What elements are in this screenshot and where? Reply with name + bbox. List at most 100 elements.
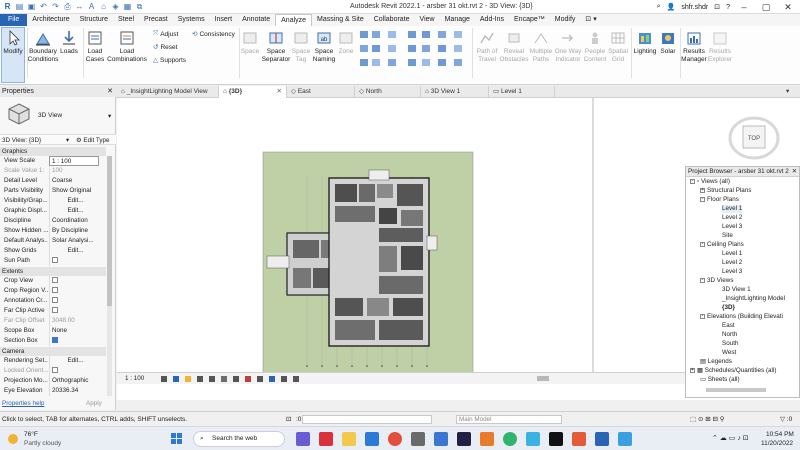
view-scale-value[interactable]: 1 : 100 [125, 375, 144, 382]
space-tag-button[interactable]: Space Tag [290, 30, 312, 63]
cart-icon[interactable]: ⊡ [714, 3, 720, 11]
maximize-button[interactable]: ▢ [758, 2, 774, 13]
tabs-dropdown-icon[interactable]: ▾ [782, 86, 800, 98]
redo-icon[interactable]: ↷ [51, 2, 60, 11]
workset-dropdown[interactable] [302, 415, 432, 424]
text-icon[interactable]: A [87, 2, 96, 11]
tree-item-structural-plans[interactable]: + Structural Plans [700, 187, 751, 195]
tree-item-floor-level-2[interactable]: Level 2 [722, 214, 742, 222]
expand-icon[interactable]: + [690, 367, 695, 373]
far-clip-checkbox[interactable] [52, 307, 58, 314]
tab-view[interactable]: View [415, 14, 440, 26]
one-way-indicator-button[interactable]: One Way Indicator [553, 30, 583, 63]
illustrator-app-icon[interactable] [480, 432, 494, 446]
tab-add-ins[interactable]: Add-Ins [475, 14, 509, 26]
tab-manage[interactable]: Manage [440, 14, 475, 26]
tree-item-insight-lighting[interactable]: _InsightLighting Model [722, 295, 785, 303]
3d-view-icon[interactable]: ⌂ [99, 2, 108, 11]
clock-date[interactable]: 11/20/2022 [761, 440, 793, 447]
tree-item-ceiling-level-2[interactable]: Level 2 [722, 259, 742, 267]
expand-icon[interactable]: + [700, 187, 705, 193]
close-icon[interactable]: ✕ [107, 86, 113, 97]
word-app-icon[interactable] [434, 432, 448, 446]
prop-value[interactable]: Coarse [49, 176, 99, 186]
tab-architecture[interactable]: Architecture [27, 14, 74, 26]
save-icon[interactable]: ▣ [27, 2, 36, 11]
tree-item-floor-plans[interactable]: - Floor Plans [700, 196, 739, 204]
user-icon[interactable]: 👤 [667, 3, 676, 11]
collapse-icon[interactable]: - [700, 313, 705, 319]
tree-item-3d[interactable]: {3D} [722, 304, 735, 312]
tab-annotate[interactable]: Annotate [237, 14, 275, 26]
edit-button[interactable]: Edit... [49, 356, 99, 366]
collapse-icon[interactable]: - [700, 196, 705, 202]
prop-value[interactable]: Show Original [49, 186, 99, 196]
close-tab-icon[interactable]: ✕ [277, 86, 282, 98]
tree-item-west[interactable]: West [722, 349, 736, 357]
tab-enscape[interactable]: Encape™ [509, 14, 550, 26]
close-hidden-icon[interactable]: ▦ [123, 2, 132, 11]
edge-app-icon[interactable] [365, 432, 379, 446]
section-graphics[interactable]: Graphics [0, 147, 106, 156]
type-dropdown-icon[interactable]: ▾ [108, 112, 111, 120]
people-content-button[interactable]: People Content [582, 30, 608, 63]
view-tab-insight-lighting[interactable]: ⌂ _InsightLighting Model View [117, 86, 219, 98]
ribbon-small-tools[interactable] [358, 30, 470, 74]
weather-icon[interactable] [6, 432, 20, 446]
view-tab-east[interactable]: ◇ East [287, 86, 355, 98]
consistency-button[interactable]: ⟲ Consistency [192, 30, 235, 39]
tree-item-ceiling-level-1[interactable]: Level 1 [722, 250, 742, 258]
tree-item-schedules[interactable]: + ▦ Schedules/Quantities (all) [690, 367, 776, 375]
space-button[interactable]: Space [240, 30, 260, 56]
section-extents[interactable]: Extents [0, 267, 106, 276]
revit-app-icon[interactable] [595, 432, 609, 446]
section-icon[interactable]: ◈ [111, 2, 120, 11]
tab-analyze[interactable]: Analyze [275, 14, 313, 26]
annotation-crop-checkbox[interactable] [52, 297, 58, 304]
search-icon[interactable]: ⌕ [657, 3, 661, 11]
windows-start-icon[interactable] [171, 433, 183, 445]
powerpoint-app-icon[interactable] [572, 432, 586, 446]
reset-button[interactable]: ↺ Reset [153, 43, 177, 52]
space-naming-button[interactable]: ab Space Naming [311, 30, 337, 63]
chrome-alt-icon[interactable] [503, 432, 517, 446]
tree-item-ceiling-plans[interactable]: - Ceiling Plans [700, 241, 744, 249]
view-tab-3d-view-1[interactable]: ⌂ 3D View 1 [421, 86, 489, 98]
section-camera[interactable]: Camera [0, 347, 106, 356]
edit-type-button[interactable]: ⚙ Edit Type [76, 137, 110, 144]
close-icon[interactable]: ✕ [792, 167, 797, 177]
boundary-conditions-button[interactable]: Boundary Conditions [27, 30, 59, 63]
taskbar-search[interactable]: ⌕ Search the web [193, 431, 285, 447]
results-explorer-button[interactable]: Results Explorer [706, 30, 734, 63]
tree-item-floor-level-3[interactable]: Level 3 [722, 223, 742, 231]
tab-systems[interactable]: Systems [173, 14, 210, 26]
lighting-button[interactable]: Lighting [632, 30, 658, 56]
undo-icon[interactable]: ↶ [39, 2, 48, 11]
open-icon[interactable]: ▤ [15, 2, 24, 11]
switch-windows-icon[interactable]: ⧉ [135, 2, 144, 11]
tab-massing-site[interactable]: Massing & Site [312, 14, 369, 26]
loads-button[interactable]: Loads [58, 30, 80, 56]
tree-item-floor-level-1[interactable]: Level 1 [722, 205, 743, 213]
prop-value[interactable]: None [49, 326, 99, 336]
apply-button[interactable]: Apply [86, 400, 102, 407]
edit-button[interactable]: Edit... [49, 196, 99, 206]
path-of-travel-button[interactable]: Path of Travel [474, 30, 500, 63]
collapse-icon[interactable]: - [700, 241, 705, 247]
acrobat-app-icon[interactable] [319, 432, 333, 446]
measure-icon[interactable]: ↔ [75, 2, 84, 11]
view-tab-3d[interactable]: ⌂ {3D} ✕ [219, 86, 287, 98]
print-icon[interactable]: ⎙ [63, 2, 72, 11]
revit-logo-icon[interactable]: R [3, 2, 12, 11]
tree-item-views-all[interactable]: - ▫ Views (all) [690, 178, 730, 186]
prop-value[interactable]: Orthographic [49, 376, 99, 386]
browser-scrollbar[interactable] [706, 388, 766, 392]
prop-value-input[interactable]: 1 : 100 [49, 156, 99, 166]
tab-file[interactable]: File [0, 14, 28, 26]
app-icon[interactable] [526, 432, 540, 446]
tree-item-ceiling-level-3[interactable]: Level 3 [722, 268, 742, 276]
supports-button[interactable]: △ Supports [153, 56, 186, 65]
user-name[interactable]: shfr.shdr [681, 4, 708, 11]
edit-button[interactable]: Edit... [49, 206, 99, 216]
collapse-icon[interactable]: - [690, 178, 695, 184]
